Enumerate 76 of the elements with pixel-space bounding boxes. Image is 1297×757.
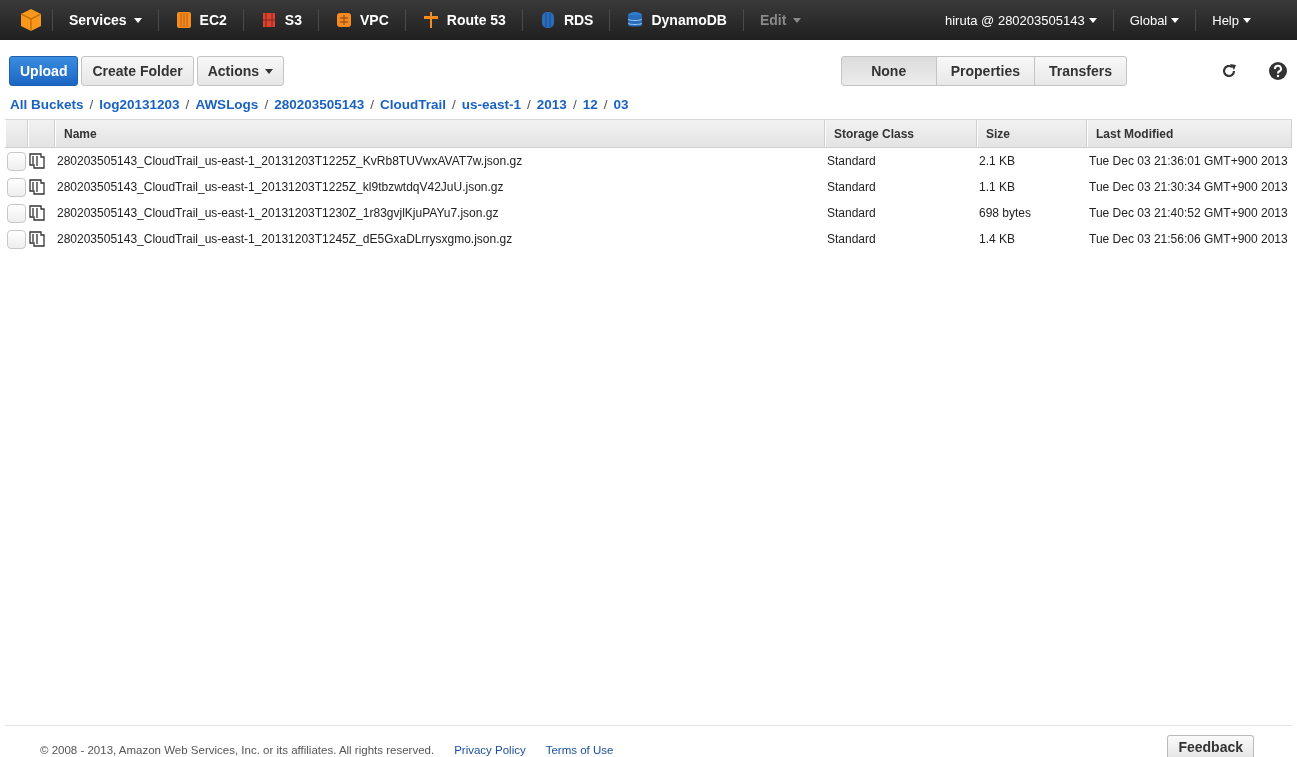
help-icon[interactable] xyxy=(1267,60,1289,82)
row-checkbox[interactable] xyxy=(7,229,26,249)
service-link[interactable]: EC2 xyxy=(168,10,233,30)
breadcrumb-link[interactable]: AWSLogs xyxy=(195,96,259,112)
storage-class-cell-text: Standard xyxy=(826,206,877,220)
footer-link[interactable]: Terms of Use xyxy=(545,744,614,757)
breadcrumb-link[interactable]: All Buckets xyxy=(10,96,84,112)
last-modified-cell-text: Tue Dec 03 21:30:34 GMT+900 2013 xyxy=(1088,180,1289,194)
size-cell-text: 1.4 KB xyxy=(978,232,1017,246)
view-tab[interactable]: Transfers xyxy=(1033,56,1127,86)
service-link[interactable]: DynamoDB xyxy=(620,10,733,30)
last-modified-cell-text: Tue Dec 03 21:56:06 GMT+900 2013 xyxy=(1088,232,1289,246)
service-link[interactable]: Route 53 xyxy=(415,10,512,30)
region-menu[interactable]: Global xyxy=(1123,12,1186,28)
account-menu[interactable]: hiruta @ 280203505143 xyxy=(938,12,1103,28)
file-name[interactable]: 280203505143_CloudTrail_us-east-1_20131203T1225Z_KvRb8TUVwxAVAT7w.json.gz xyxy=(55,154,825,168)
feedback-button[interactable]: Feedback xyxy=(1167,735,1254,757)
breadcrumb-link[interactable]: 280203505143 xyxy=(274,96,365,112)
breadcrumb-link[interactable]: CloudTrail xyxy=(380,96,447,112)
row-checkbox[interactable] xyxy=(7,203,26,223)
upload-button[interactable]: Upload xyxy=(9,56,79,86)
breadcrumb-separator: / xyxy=(89,96,94,112)
breadcrumb-link[interactable]: 12 xyxy=(582,96,598,112)
size-cell-text: 1.1 KB xyxy=(978,180,1017,194)
footer-link[interactable]: Privacy Policy xyxy=(454,744,526,757)
file-name[interactable]: 280203505143_CloudTrail_us-east-1_20131203T1245Z_dE5GxaDLrrysxgmo.json.gz xyxy=(55,232,825,246)
caret-icon xyxy=(1243,17,1251,23)
view-tab[interactable]: None xyxy=(840,56,937,86)
services-menu[interactable]: Services xyxy=(63,12,148,28)
file-icon xyxy=(28,204,46,222)
cube-logo-icon[interactable] xyxy=(20,8,42,32)
breadcrumb-separator: / xyxy=(527,96,531,112)
file-icon xyxy=(28,152,46,170)
copyright-text: © 2008 - 2013, Amazon Web Services, Inc. or its affiliates. All rights reserved. xyxy=(40,744,435,757)
service-link[interactable]: VPC xyxy=(328,10,395,30)
breadcrumb-separator: / xyxy=(452,96,456,112)
breadcrumb-separator: / xyxy=(264,96,269,112)
file-icon xyxy=(28,230,46,248)
row-checkbox[interactable] xyxy=(7,151,26,171)
breadcrumb-separator: / xyxy=(185,96,190,112)
service-icon xyxy=(421,10,440,30)
breadcrumb-link[interactable]: us-east-1 xyxy=(461,96,522,112)
breadcrumb-separator: / xyxy=(572,96,577,112)
last-modified-cell-text: Tue Dec 03 21:40:52 GMT+900 2013 xyxy=(1088,206,1289,220)
row-checkbox[interactable] xyxy=(7,177,26,197)
help-menu[interactable]: Help xyxy=(1206,12,1257,28)
size-cell-text: 2.1 KB xyxy=(978,154,1017,168)
column-header[interactable]: Size xyxy=(977,120,1087,147)
storage-class-cell-text: Standard xyxy=(826,232,877,246)
service-link[interactable]: S3 xyxy=(253,10,308,30)
column-header[interactable]: Last Modified xyxy=(1087,120,1292,147)
file-icon xyxy=(28,178,46,196)
service-link[interactable]: RDS xyxy=(532,10,600,30)
caret-icon xyxy=(133,17,142,23)
service-icon xyxy=(174,10,193,30)
caret-icon xyxy=(793,17,802,23)
breadcrumb-link[interactable]: 2013 xyxy=(536,96,567,112)
actions-button[interactable]: Actions xyxy=(196,56,285,86)
service-icon xyxy=(334,10,353,30)
breadcrumb-link[interactable]: log20131203 xyxy=(99,96,180,112)
create-folder-button[interactable]: Create Folder xyxy=(81,56,194,86)
storage-class-cell-text: Standard xyxy=(826,180,877,194)
last-modified-cell-text: Tue Dec 03 21:36:01 GMT+900 2013 xyxy=(1088,154,1289,168)
storage-class-cell-text: Standard xyxy=(826,154,877,168)
caret-icon xyxy=(265,68,274,74)
breadcrumb-separator: / xyxy=(603,96,608,112)
breadcrumb-separator: / xyxy=(370,96,374,112)
breadcrumb-link[interactable]: 03 xyxy=(613,96,629,112)
column-header[interactable]: Name xyxy=(55,120,825,147)
column-header[interactable]: Storage Class xyxy=(825,120,977,147)
file-name[interactable]: 280203505143_CloudTrail_us-east-1_20131203T1230Z_1r83gvjlKjuPAYu7.json.gz xyxy=(55,206,825,220)
caret-icon xyxy=(1088,17,1097,23)
file-name[interactable]: 280203505143_CloudTrail_us-east-1_20131203T1225Z_kl9tbzwtdqV42JuU.json.gz xyxy=(55,180,825,194)
caret-icon xyxy=(1171,17,1180,23)
view-tab[interactable]: Properties xyxy=(935,56,1035,86)
size-cell-text: 698 bytes xyxy=(978,206,1033,220)
